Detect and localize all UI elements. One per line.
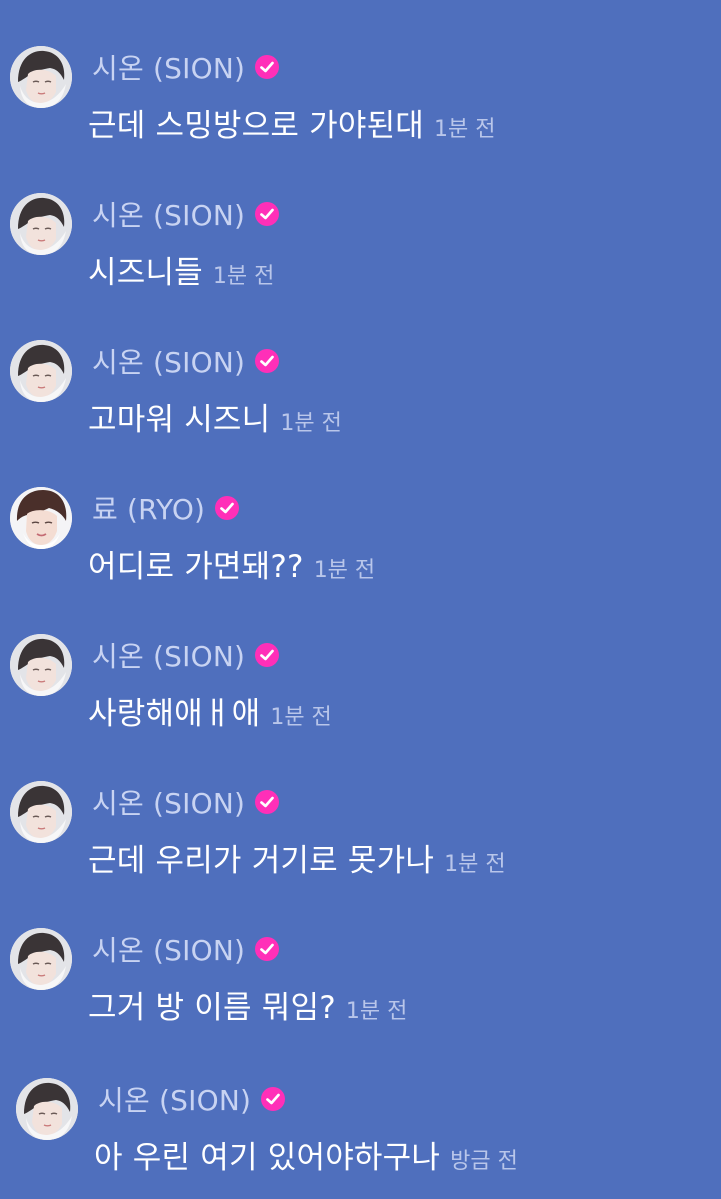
sender-name[interactable]: 시온 (SION) xyxy=(92,635,245,675)
sender-row: 시온 (SION) xyxy=(92,47,281,87)
message-time: 1분 전 xyxy=(280,411,342,436)
avatar[interactable] xyxy=(16,1078,78,1140)
verified-icon xyxy=(213,494,241,522)
message-text: 고마워 시즈니 xyxy=(88,402,271,438)
verified-icon xyxy=(253,347,281,375)
verified-icon xyxy=(253,641,281,669)
sender-name[interactable]: 료 (RYO) xyxy=(92,488,205,528)
message-time: 1분 전 xyxy=(444,852,506,877)
avatar[interactable] xyxy=(10,340,72,402)
message-line: 근데 우리가 거기로 못가나 1분 전 xyxy=(88,835,506,879)
sion-avatar-icon xyxy=(16,1078,78,1140)
message-time: 1분 전 xyxy=(270,705,332,730)
sender-name[interactable]: 시온 (SION) xyxy=(92,341,245,381)
verified-icon xyxy=(253,935,281,963)
chat-message: 시온 (SION) 사랑해애ㅐ애 1분 전 xyxy=(10,634,710,754)
sender-row: 시온 (SION) xyxy=(92,194,281,234)
sion-avatar-icon xyxy=(10,46,72,108)
message-time: 1분 전 xyxy=(434,117,496,142)
message-line: 아 우린 여기 있어야하구나 방금 전 xyxy=(94,1132,518,1176)
verified-icon xyxy=(259,1085,287,1113)
ryo-avatar-icon xyxy=(10,487,72,549)
sender-row: 시온 (SION) xyxy=(98,1079,287,1119)
avatar[interactable] xyxy=(10,781,72,843)
message-time: 1분 전 xyxy=(345,999,408,1024)
sion-avatar-icon xyxy=(10,634,72,696)
message-line: 그거 방 이름 뭐임? 1분 전 xyxy=(88,982,408,1026)
chat-message: 시온 (SION) 근데 스밍방으로 가야된대 1분 전 xyxy=(10,46,710,166)
message-text: 사랑해애ㅐ애 xyxy=(88,696,261,732)
sender-name[interactable]: 시온 (SION) xyxy=(92,929,245,969)
sender-name[interactable]: 시온 (SION) xyxy=(92,194,245,234)
sion-avatar-icon xyxy=(10,928,72,990)
chat-message: 시온 (SION) 시즈니들 1분 전 xyxy=(10,193,710,313)
message-line: 시즈니들 1분 전 xyxy=(88,247,275,291)
sender-row: 시온 (SION) xyxy=(92,782,281,822)
avatar[interactable] xyxy=(10,634,72,696)
sender-name[interactable]: 시온 (SION) xyxy=(92,782,245,822)
sender-row: 시온 (SION) xyxy=(92,635,281,675)
message-time: 1분 전 xyxy=(212,264,275,289)
chat-message: 시온 (SION) 고마워 시즈니 1분 전 xyxy=(10,340,710,460)
message-line: 고마워 시즈니 1분 전 xyxy=(88,394,342,438)
sion-avatar-icon xyxy=(10,340,72,402)
message-text: 시즈니들 xyxy=(88,255,203,291)
sender-name[interactable]: 시온 (SION) xyxy=(98,1079,251,1119)
sender-row: 시온 (SION) xyxy=(92,341,281,381)
avatar[interactable] xyxy=(10,928,72,990)
message-text: 근데 스밍방으로 가야된대 xyxy=(88,108,425,144)
message-text: 어디로 가면돼?? xyxy=(88,549,304,585)
chat-message: 시온 (SION) 근데 우리가 거기로 못가나 1분 전 xyxy=(10,781,710,901)
sender-name[interactable]: 시온 (SION) xyxy=(92,47,245,87)
message-line: 어디로 가면돼?? 1분 전 xyxy=(88,541,376,585)
message-time: 1분 전 xyxy=(313,558,376,583)
message-line: 근데 스밍방으로 가야된대 1분 전 xyxy=(88,100,496,144)
sender-row: 시온 (SION) xyxy=(92,929,281,969)
message-text: 근데 우리가 거기로 못가나 xyxy=(88,843,435,879)
verified-icon xyxy=(253,788,281,816)
verified-icon xyxy=(253,53,281,81)
message-text: 아 우린 여기 있어야하구나 xyxy=(94,1140,441,1176)
chat-message: 시온 (SION) 아 우린 여기 있어야하구나 방금 전 xyxy=(16,1078,716,1198)
chat-message: 시온 (SION) 그거 방 이름 뭐임? 1분 전 xyxy=(10,928,710,1048)
message-line: 사랑해애ㅐ애 1분 전 xyxy=(88,688,332,732)
chat-message: 료 (RYO) 어디로 가면돼?? 1분 전 xyxy=(10,487,710,607)
sion-avatar-icon xyxy=(10,193,72,255)
avatar[interactable] xyxy=(10,193,72,255)
chat-message-list[interactable]: 시온 (SION) 근데 스밍방으로 가야된대 1분 전 시온 (SION) 시… xyxy=(0,0,721,1199)
verified-icon xyxy=(253,200,281,228)
sender-row: 료 (RYO) xyxy=(92,488,241,528)
avatar[interactable] xyxy=(10,487,72,549)
message-time: 방금 전 xyxy=(450,1149,518,1174)
sion-avatar-icon xyxy=(10,781,72,843)
avatar[interactable] xyxy=(10,46,72,108)
message-text: 그거 방 이름 뭐임? xyxy=(88,990,336,1026)
